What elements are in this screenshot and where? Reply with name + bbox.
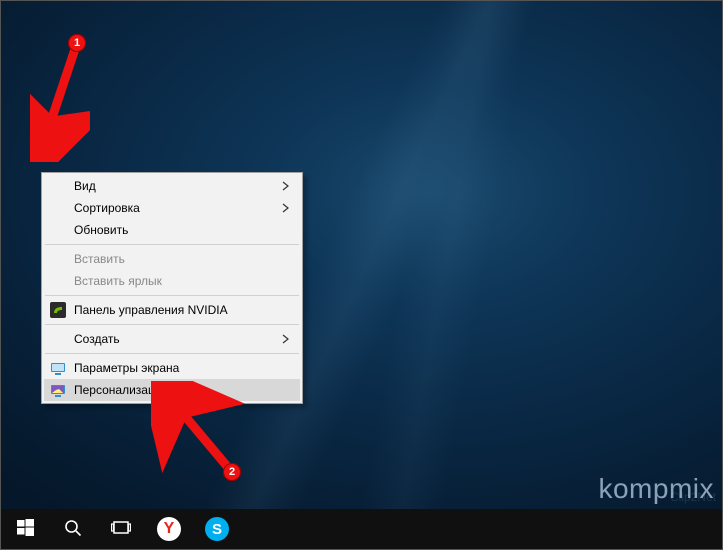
windows-logo-icon — [17, 519, 34, 539]
menu-item-label: Вид — [74, 179, 96, 193]
start-button[interactable] — [1, 509, 49, 549]
task-view-icon — [111, 520, 131, 539]
menu-item-paste-shortcut: Вставить ярлык — [44, 270, 300, 292]
menu-separator — [45, 244, 299, 245]
search-button[interactable] — [49, 509, 97, 549]
menu-item-label: Панель управления NVIDIA — [74, 303, 228, 317]
nvidia-icon — [50, 302, 66, 318]
menu-item-paste: Вставить — [44, 248, 300, 270]
taskbar: Y S — [1, 509, 722, 549]
menu-separator — [45, 324, 299, 325]
menu-item-sort[interactable]: Сортировка — [44, 197, 300, 219]
menu-item-view[interactable]: Вид — [44, 175, 300, 197]
menu-item-new[interactable]: Создать — [44, 328, 300, 350]
monitor-icon — [50, 360, 66, 376]
search-icon — [64, 519, 82, 540]
watermark-primary: kompmix — [598, 473, 714, 505]
personalization-icon — [50, 382, 66, 398]
chevron-right-icon — [282, 334, 290, 344]
chevron-right-icon — [282, 203, 290, 213]
yandex-icon: Y — [157, 517, 181, 541]
skype-icon: S — [205, 517, 229, 541]
taskbar-app-skype[interactable]: S — [193, 509, 241, 549]
menu-item-nvidia-control-panel[interactable]: Панель управления NVIDIA — [44, 299, 300, 321]
task-view-button[interactable] — [97, 509, 145, 549]
menu-item-label: Обновить — [74, 223, 128, 237]
menu-item-personalization[interactable]: Персонализация — [44, 379, 300, 401]
menu-item-label: Параметры экрана — [74, 361, 179, 375]
menu-item-label: Создать — [74, 332, 120, 346]
menu-item-label: Вставить ярлык — [74, 274, 162, 288]
desktop-context-menu: Вид Сортировка Обновить Вставить Вставит… — [41, 172, 303, 404]
menu-separator — [45, 353, 299, 354]
menu-item-display-settings[interactable]: Параметры экрана — [44, 357, 300, 379]
taskbar-app-yandex-browser[interactable]: Y — [145, 509, 193, 549]
menu-item-label: Сортировка — [74, 201, 140, 215]
menu-item-label: Персонализация — [74, 383, 168, 397]
menu-item-refresh[interactable]: Обновить — [44, 219, 300, 241]
menu-item-label: Вставить — [74, 252, 125, 266]
menu-separator — [45, 295, 299, 296]
chevron-right-icon — [282, 181, 290, 191]
